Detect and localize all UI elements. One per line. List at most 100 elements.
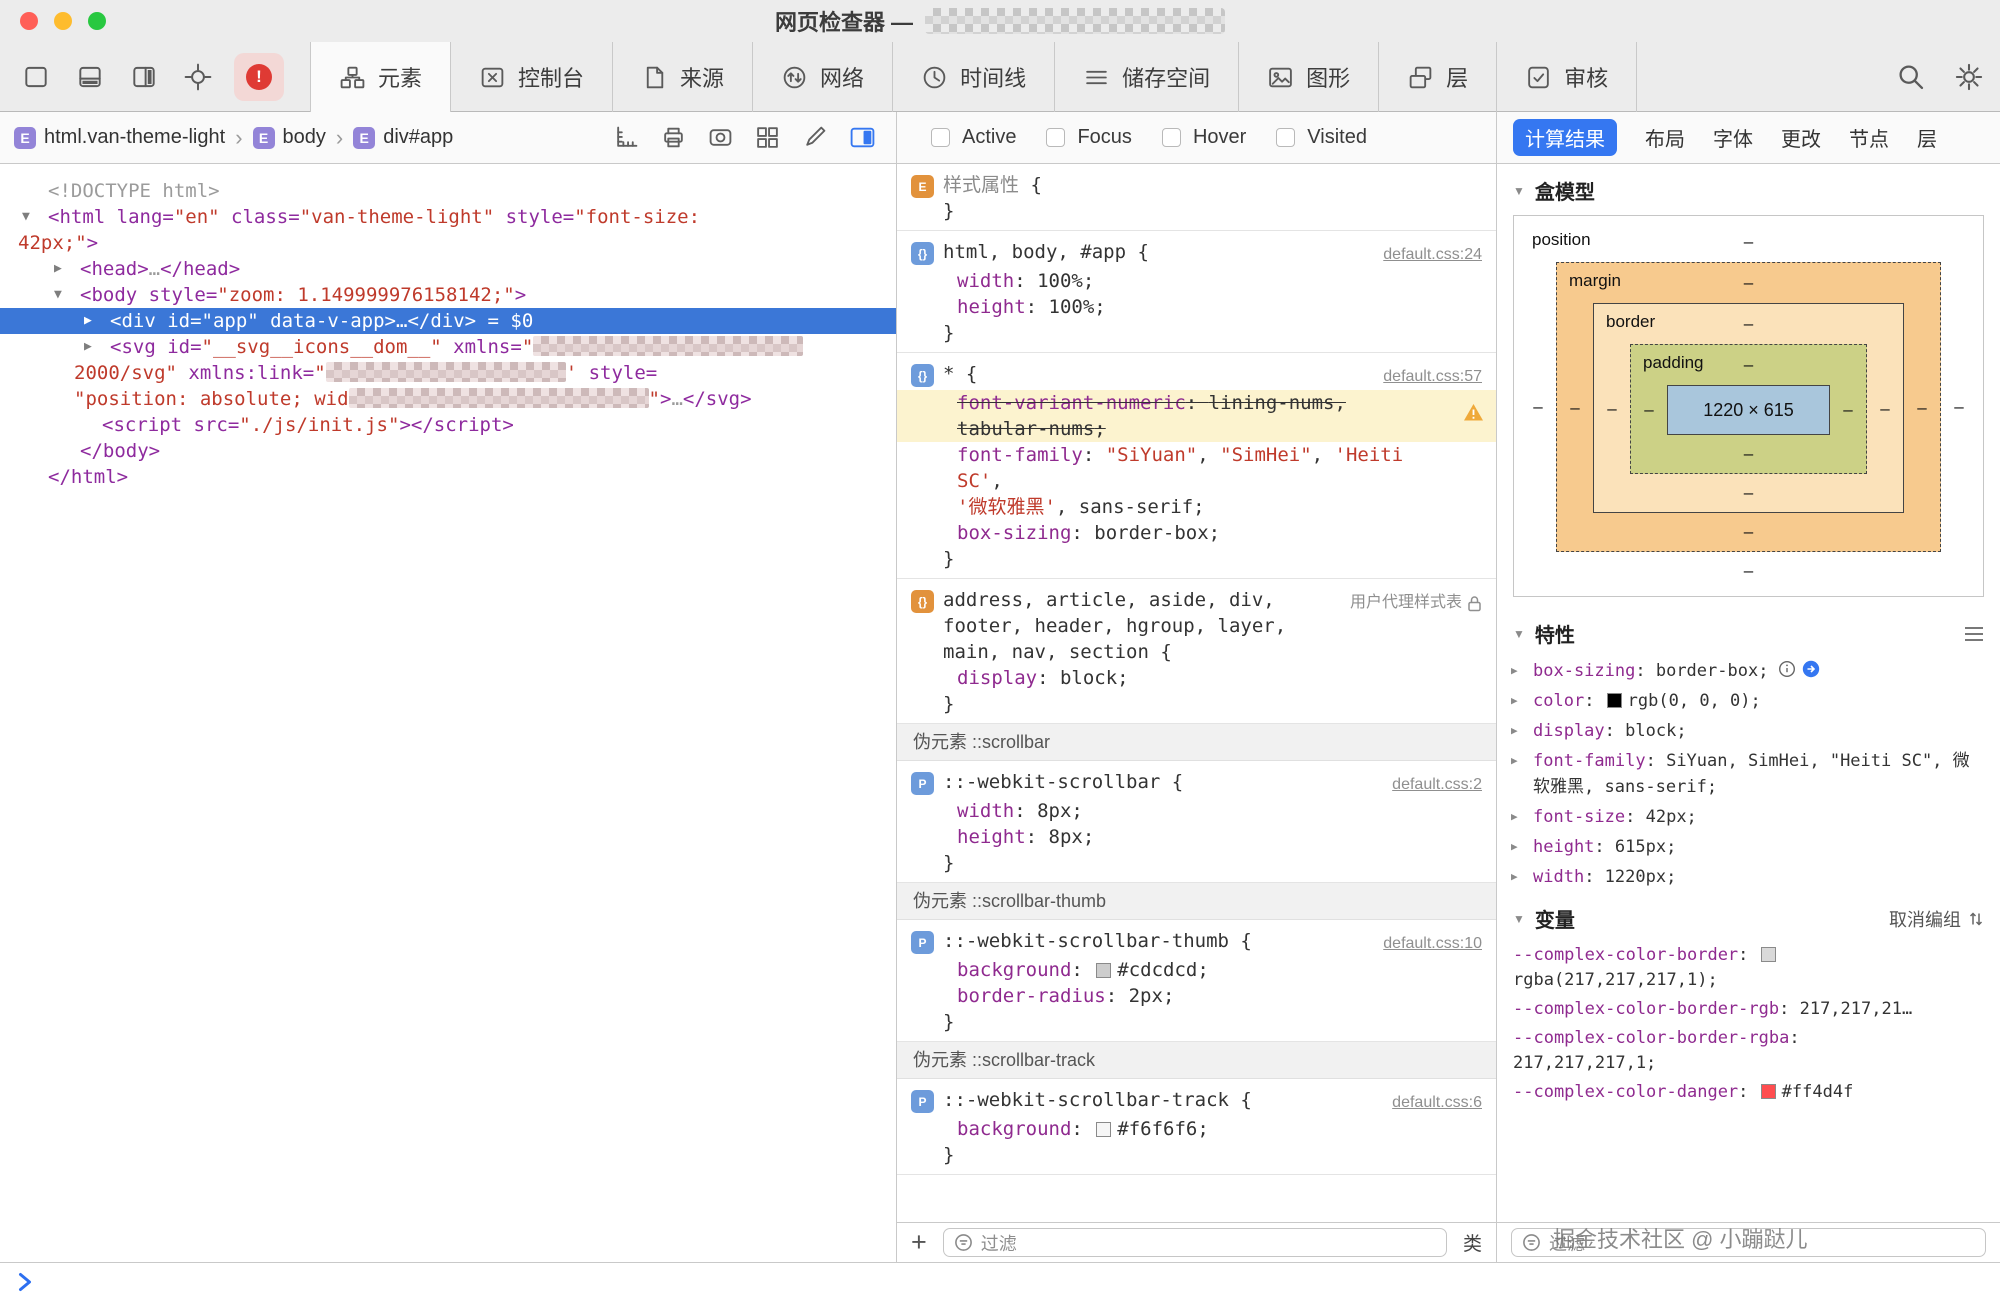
window-icon[interactable] <box>22 63 50 91</box>
disclosure-right-icon[interactable]: ▶ <box>1511 864 1518 890</box>
padding-left-value[interactable]: – <box>1594 399 1630 419</box>
css-declaration[interactable]: width: 100%; <box>897 268 1496 294</box>
padding-top-value[interactable]: – <box>1744 314 1753 334</box>
css-variable[interactable]: --complex-color-border-rgba: 217,217,217… <box>1497 1024 2000 1078</box>
css-declaration[interactable]: font-variant-numeric: lining-nums,tabula… <box>897 390 1496 442</box>
checkbox-unchecked[interactable] <box>931 128 950 147</box>
zoom-button[interactable] <box>88 12 106 30</box>
expand-console-icon[interactable] <box>16 1270 34 1294</box>
target-icon[interactable] <box>184 63 212 91</box>
color-swatch[interactable] <box>1761 1084 1776 1099</box>
checkbox-unchecked[interactable] <box>1276 128 1295 147</box>
computed-property[interactable]: ▶width: 1220px; <box>1497 862 2000 892</box>
toolbar-tab-elements[interactable]: 元素 <box>311 42 451 112</box>
rule-selector[interactable]: address, article, aside, div, footer, he… <box>943 587 1338 665</box>
css-variable[interactable]: --complex-color-danger: #ff4d4f <box>1497 1078 2000 1107</box>
close-button[interactable] <box>20 12 38 30</box>
print-icon[interactable] <box>661 125 686 150</box>
box-model-content[interactable]: 1220 × 615 <box>1667 385 1830 435</box>
dom-node[interactable]: "position: absolute; wid">…</svg> <box>0 386 896 412</box>
dom-node[interactable]: <!DOCTYPE html> <box>0 178 896 204</box>
issues-badge[interactable]: ! <box>234 53 284 101</box>
pseudo-toggle-hover[interactable]: Hover <box>1162 126 1246 149</box>
goto-icon[interactable] <box>1802 660 1820 678</box>
stylesheet-link[interactable]: 用户代理样式表 <box>1350 587 1482 616</box>
pseudo-toggle-visited[interactable]: Visited <box>1276 126 1367 149</box>
rule-selector[interactable]: html, body, #app { <box>943 239 1371 265</box>
disclosure-right-icon[interactable]: ▶ <box>1511 834 1518 860</box>
disclosure-right-icon[interactable]: ▶ <box>54 256 62 282</box>
css-declaration[interactable]: box-sizing: border-box; <box>897 520 1496 546</box>
disclosure-down-icon[interactable]: ▼ <box>1513 184 1525 198</box>
sidebar-tab-layout[interactable]: 布局 <box>1645 123 1685 152</box>
variables-section-header[interactable]: ▼ 变量 取消编组 <box>1497 892 2000 941</box>
properties-menu-icon[interactable] <box>1964 626 1984 642</box>
css-variable[interactable]: --complex-color-border: rgba(217,217,217… <box>1497 941 2000 995</box>
dom-node[interactable]: 2000/svg" xmlns:link="' style= <box>0 360 896 386</box>
disclosure-right-icon[interactable]: ▶ <box>84 334 92 360</box>
css-declaration[interactable]: display: block; <box>897 665 1496 691</box>
dom-node[interactable]: <script src="./js/init.js"></script> <box>0 412 896 438</box>
css-declaration[interactable]: background: #f6f6f6; <box>897 1116 1496 1142</box>
disclosure-right-icon[interactable]: ▶ <box>1511 658 1518 684</box>
disclosure-down-icon[interactable]: ▼ <box>1513 627 1525 641</box>
disclosure-down-icon[interactable]: ▼ <box>22 204 30 230</box>
rule-selector[interactable]: * { <box>943 361 1371 387</box>
toolbar-tab-layers[interactable]: 层 <box>1379 42 1497 112</box>
stylesheet-link[interactable]: default.css:24 <box>1383 239 1482 268</box>
pseudo-toggle-active[interactable]: Active <box>931 126 1016 149</box>
computed-property[interactable]: ▶font-family: SiYuan, SimHei, "Heiti SC"… <box>1497 746 2000 802</box>
disclosure-right-icon[interactable]: ▶ <box>1511 688 1518 714</box>
border-right-value[interactable]: – <box>1904 398 1940 418</box>
content-left-value[interactable]: – <box>1631 400 1667 420</box>
padding-right-value[interactable]: – <box>1867 399 1903 419</box>
properties-section-header[interactable]: ▼ 特性 <box>1497 607 2000 656</box>
css-declaration[interactable]: border-radius: 2px; <box>897 983 1496 1009</box>
toolbar-tab-timelines[interactable]: 时间线 <box>893 42 1055 112</box>
breadcrumb-item[interactable]: Ediv#app <box>353 126 453 149</box>
color-swatch[interactable] <box>1761 947 1776 962</box>
toolbar-tab-graphics[interactable]: 图形 <box>1239 42 1379 112</box>
breadcrumb-item[interactable]: Ebody <box>253 126 326 149</box>
computed-property[interactable]: ▶height: 615px; <box>1497 832 2000 862</box>
stylesheet-link[interactable]: default.css:6 <box>1392 1087 1482 1116</box>
content-bottom-value[interactable]: – <box>1744 444 1753 464</box>
class-toggle-button[interactable]: 类 <box>1463 1229 1482 1256</box>
margin-bottom-value[interactable]: – <box>1744 561 1753 581</box>
breadcrumb-item[interactable]: Ehtml.van-theme-light <box>14 126 225 149</box>
dom-node[interactable]: ▶<head>…</head> <box>0 256 896 282</box>
box-model-section-header[interactable]: ▼ 盒模型 <box>1497 164 2000 213</box>
css-declaration[interactable]: width: 8px; <box>897 798 1496 824</box>
minimize-button[interactable] <box>54 12 72 30</box>
dom-node[interactable]: ▼<html lang="en" class="van-theme-light"… <box>0 204 896 230</box>
disclosure-right-icon[interactable]: ▶ <box>1511 748 1518 774</box>
css-declaration[interactable]: font-family: "SiYuan", "SimHei", 'Heiti … <box>897 442 1496 520</box>
dock-right-icon[interactable] <box>130 63 158 91</box>
sidebar-tab-computed[interactable]: 计算结果 <box>1513 119 1617 156</box>
border-bottom-value[interactable]: – <box>1744 522 1753 542</box>
gear-icon[interactable] <box>1954 62 1984 92</box>
screenshot-icon[interactable] <box>708 125 733 150</box>
dom-node[interactable]: ▼<body style="zoom: 1.149999976158142;"> <box>0 282 896 308</box>
computed-property[interactable]: ▶color: rgb(0, 0, 0); <box>1497 686 2000 716</box>
css-declaration[interactable]: background: #cdcdcd; <box>897 957 1496 983</box>
computed-property[interactable]: ▶font-size: 42px; <box>1497 802 2000 832</box>
toolbar-tab-network[interactable]: 网络 <box>753 42 893 112</box>
content-right-value[interactable]: – <box>1830 400 1866 420</box>
add-rule-button[interactable]: + <box>911 1229 927 1256</box>
rule-selector[interactable]: ::-webkit-scrollbar-track { <box>943 1087 1380 1113</box>
sidebar-toggle-icon[interactable] <box>849 125 876 150</box>
stylesheet-link[interactable]: default.css:10 <box>1383 928 1482 957</box>
search-icon[interactable] <box>1896 62 1926 92</box>
ungroup-button[interactable]: 取消编组 <box>1889 906 1984 932</box>
disclosure-right-icon[interactable]: ▶ <box>84 308 92 334</box>
color-swatch[interactable] <box>1607 693 1622 708</box>
sidebar-tab-changes[interactable]: 更改 <box>1781 123 1821 152</box>
checkbox-unchecked[interactable] <box>1046 128 1065 147</box>
css-declaration[interactable]: height: 8px; <box>897 824 1496 850</box>
color-swatch[interactable] <box>1096 963 1111 978</box>
css-declaration[interactable]: height: 100%; <box>897 294 1496 320</box>
rulers-icon[interactable] <box>614 125 639 150</box>
toolbar-tab-console[interactable]: 控制台 <box>451 42 613 112</box>
checkbox-unchecked[interactable] <box>1162 128 1181 147</box>
